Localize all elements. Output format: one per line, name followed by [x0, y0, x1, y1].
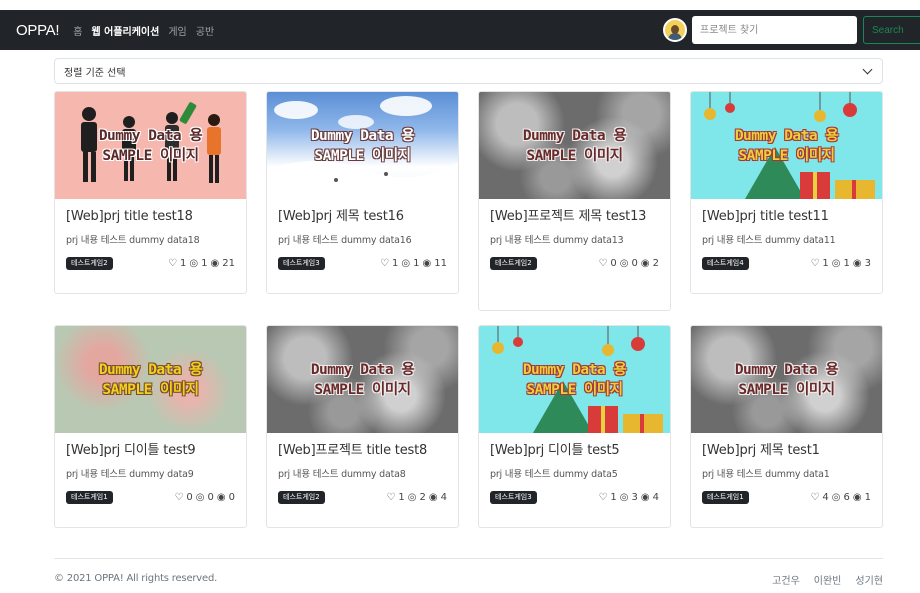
card-stats: ♡ 0 ◎ 0 ◉ 2 [598, 258, 659, 269]
comment-icon: ◎ [619, 492, 629, 503]
eye-icon: ◉ [216, 492, 226, 503]
category-badge: 테스트게임3 [278, 257, 325, 270]
card-description: prj 내용 테스트 dummy data1 [702, 469, 830, 480]
footer-name-link[interactable]: 고건우 [772, 572, 800, 587]
card-title[interactable]: [Web]프로젝트 제목 test13 [490, 208, 659, 225]
comment-icon: ◎ [831, 492, 841, 503]
card-description: prj 내용 테스트 dummy data11 [702, 235, 836, 246]
category-badge: 테스트게임2 [66, 257, 113, 270]
card-title[interactable]: [Web]prj 디이틀 test5 [490, 442, 659, 459]
category-badge: 테스트게임2 [490, 257, 537, 270]
card-stats: ♡ 4 ◎ 6 ◉ 1 [810, 492, 871, 503]
project-card[interactable]: Dummy Data 용 SAMPLE 이미지 [Web]prj 디이틀 tes… [54, 325, 247, 528]
category-badge: 테스트게임4 [702, 257, 749, 270]
card-stats: ♡ 1 ◎ 2 ◉ 4 [386, 492, 447, 503]
user-avatar[interactable] [663, 18, 687, 42]
comment-icon: ◎ [831, 258, 841, 269]
brand-logo[interactable]: OPPA! [16, 22, 60, 39]
thumbnail-caption: Dummy Data 용 SAMPLE 이미지 [98, 361, 203, 398]
comment-icon: ◎ [189, 258, 199, 269]
footer-contributors: 고건우 이완빈 성기현 [772, 572, 883, 587]
card-title[interactable]: [Web]prj title test18 [66, 208, 235, 225]
project-card[interactable]: Dummy Data 용 SAMPLE 이미지 [Web]프로젝트 title … [266, 325, 459, 528]
project-card[interactable]: Dummy Data 용 SAMPLE 이미지 [Web]prj 제목 test… [266, 91, 459, 294]
category-badge: 테스트게임3 [490, 491, 537, 504]
sort-select[interactable]: 정렬 기준 선택 [54, 58, 883, 84]
card-description: prj 내용 테스트 dummy data13 [490, 235, 624, 246]
card-description: prj 내용 테스트 dummy data18 [66, 235, 200, 246]
card-title[interactable]: [Web]prj title test11 [702, 208, 871, 225]
heart-icon[interactable]: ♡ [168, 258, 177, 269]
card-thumbnail[interactable]: Dummy Data 용 SAMPLE 이미지 [479, 92, 670, 199]
project-card[interactable]: Dummy Data 용 SAMPLE 이미지 [Web]프로젝트 제목 tes… [478, 91, 671, 311]
top-navbar: OPPA! 홈 웹 어플리케이션 게임 공반 Search [0, 10, 920, 50]
thumbnail-caption: Dummy Data 용 SAMPLE 이미지 [98, 127, 203, 164]
eye-icon: ◉ [210, 258, 220, 269]
card-thumbnail[interactable]: Dummy Data 용 SAMPLE 이미지 [267, 92, 458, 199]
heart-icon[interactable]: ♡ [810, 492, 819, 503]
eye-icon: ◉ [852, 258, 862, 269]
category-badge: 테스트게임1 [702, 491, 749, 504]
thumbnail-caption: Dummy Data 용 SAMPLE 이미지 [310, 361, 415, 398]
comment-icon: ◎ [195, 492, 205, 503]
thumbnail-caption: Dummy Data 용 SAMPLE 이미지 [310, 127, 415, 164]
footer-divider [54, 558, 883, 559]
card-stats: ♡ 1 ◎ 1 ◉ 21 [168, 258, 235, 269]
card-thumbnail[interactable]: Dummy Data 용 SAMPLE 이미지 [691, 326, 882, 433]
thumbnail-caption: Dummy Data 용 SAMPLE 이미지 [522, 127, 627, 164]
heart-icon[interactable]: ♡ [598, 258, 607, 269]
comment-icon: ◎ [619, 258, 629, 269]
card-thumbnail[interactable]: Dummy Data 용 SAMPLE 이미지 [267, 326, 458, 433]
project-card[interactable]: Dummy Data 용 SAMPLE 이미지 [Web]prj 제목 test… [690, 325, 883, 528]
eye-icon: ◉ [428, 492, 438, 503]
card-stats: ♡ 1 ◎ 1 ◉ 11 [380, 258, 447, 269]
project-card[interactable]: Dummy Data 용 SAMPLE 이미지 [Web]prj 디이틀 tes… [478, 325, 671, 528]
category-badge: 테스트게임1 [66, 491, 113, 504]
footer-name-link[interactable]: 이완빈 [814, 572, 842, 587]
nav-link-other[interactable]: 공반 [196, 23, 214, 38]
comment-icon: ◎ [401, 258, 411, 269]
eye-icon: ◉ [640, 258, 650, 269]
card-thumbnail[interactable]: Dummy Data 용 SAMPLE 이미지 [479, 326, 670, 433]
chevron-down-icon [862, 64, 873, 75]
heart-icon[interactable]: ♡ [810, 258, 819, 269]
heart-icon[interactable]: ♡ [174, 492, 183, 503]
card-title[interactable]: [Web]프로젝트 title test8 [278, 442, 447, 459]
copyright-text: © 2021 OPPA! All rights reserved. [54, 573, 218, 584]
card-thumbnail[interactable]: Dummy Data 용 SAMPLE 이미지 [691, 92, 882, 199]
card-stats: ♡ 0 ◎ 0 ◉ 0 [174, 492, 235, 503]
card-thumbnail[interactable]: Dummy Data 용 SAMPLE 이미지 [55, 326, 246, 433]
card-description: prj 내용 테스트 dummy data8 [278, 469, 406, 480]
category-badge: 테스트게임2 [278, 491, 325, 504]
nav-link-game[interactable]: 게임 [168, 23, 186, 38]
card-stats: ♡ 1 ◎ 3 ◉ 4 [598, 492, 659, 503]
thumbnail-caption: Dummy Data 용 SAMPLE 이미지 [734, 361, 839, 398]
heart-icon[interactable]: ♡ [386, 492, 395, 503]
card-stats: ♡ 1 ◎ 1 ◉ 3 [810, 258, 871, 269]
card-description: prj 내용 테스트 dummy data16 [278, 235, 412, 246]
thumbnail-caption: Dummy Data 용 SAMPLE 이미지 [734, 127, 839, 164]
search-button[interactable]: Search [863, 16, 920, 44]
nav-link-web-app[interactable]: 웹 어플리케이션 [91, 23, 159, 38]
thumbnail-caption: Dummy Data 용 SAMPLE 이미지 [522, 361, 627, 398]
eye-icon: ◉ [422, 258, 432, 269]
nav-link-home[interactable]: 홈 [73, 23, 82, 38]
heart-icon[interactable]: ♡ [380, 258, 389, 269]
sort-select-value: 정렬 기준 선택 [64, 67, 126, 79]
card-description: prj 내용 테스트 dummy data9 [66, 469, 194, 480]
comment-icon: ◎ [407, 492, 417, 503]
card-thumbnail[interactable]: Dummy Data 용 SAMPLE 이미지 [55, 92, 246, 199]
footer-name-link[interactable]: 성기현 [855, 572, 883, 587]
card-description: prj 내용 테스트 dummy data5 [490, 469, 618, 480]
heart-icon[interactable]: ♡ [598, 492, 607, 503]
card-title[interactable]: [Web]prj 제목 test1 [702, 442, 871, 459]
eye-icon: ◉ [852, 492, 862, 503]
card-title[interactable]: [Web]prj 디이틀 test9 [66, 442, 235, 459]
card-title[interactable]: [Web]prj 제목 test16 [278, 208, 447, 225]
project-card[interactable]: Dummy Data 용 SAMPLE 이미지 [Web]prj title t… [690, 91, 883, 294]
eye-icon: ◉ [640, 492, 650, 503]
project-card[interactable]: Dummy Data 용 SAMPLE 이미지 [Web]prj title t… [54, 91, 247, 294]
search-input[interactable] [692, 16, 857, 44]
